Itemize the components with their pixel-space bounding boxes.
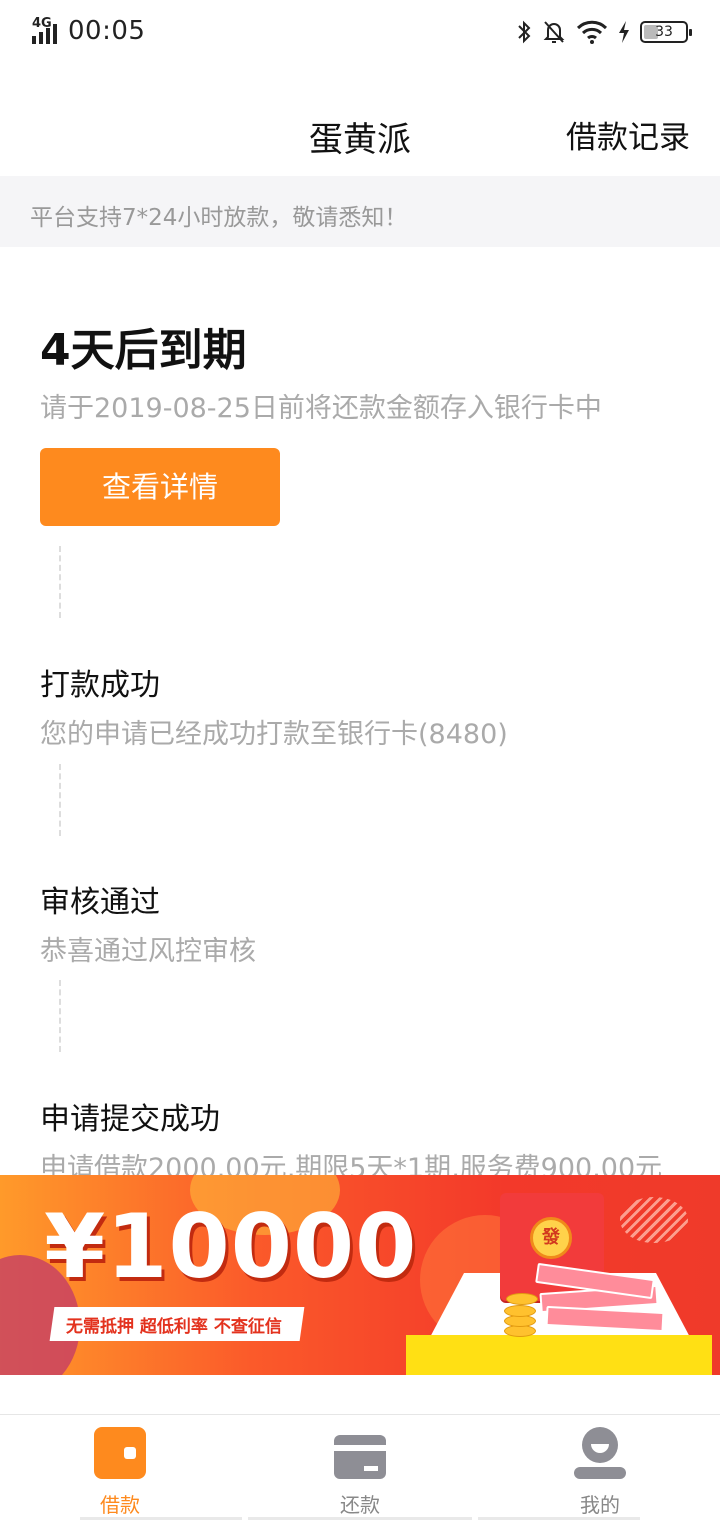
due-subtitle: 请于2019-08-25日前将还款金额存入银行卡中 [40,393,602,424]
battery-level: 33 [655,24,673,40]
nav-label: 借款 [100,1493,140,1517]
notice-text: 平台支持7*24小时放款，敬请悉知！ [30,205,408,231]
timeline-step-title: 打款成功 [40,668,160,703]
timeline-step-title: 审核通过 [40,885,160,920]
wifi-icon [576,20,608,44]
bell-off-icon [543,21,565,43]
nav-label: 我的 [580,1493,620,1517]
envelope-seal: 發 [530,1217,572,1259]
nav-tab-mine[interactable]: 我的 [480,1415,720,1520]
timeline-connector [59,764,61,836]
timeline-step-desc: 恭喜通过风控审核 [40,936,256,967]
timeline-connector [59,980,61,1052]
nav-label: 还款 [340,1493,380,1517]
coin-icon [506,1293,538,1305]
status-bar: 4G 00:05 33 [0,0,720,66]
timeline-step-title: 申请提交成功 [40,1102,220,1137]
status-time: 00:05 [68,16,146,46]
bottom-nav: 借款 还款 我的 [0,1414,720,1520]
user-icon [574,1427,626,1479]
loan-records-link[interactable]: 借款记录 [566,112,690,157]
banner-stage-base [406,1335,712,1375]
due-title: 4天后到期 [40,325,247,376]
wallet-icon [94,1427,146,1479]
timeline-connector [59,546,61,618]
swirl-decoration [620,1197,688,1243]
card-icon [334,1435,386,1479]
promo-banner[interactable]: ¥10000 无需抵押 超低利率 不查征信 發 [0,1175,720,1375]
view-details-button[interactable]: 查看详情 [40,448,280,526]
banner-amount: ¥10000 [44,1195,418,1298]
bluetooth-icon [518,20,531,44]
signal-icon: 4G [30,16,62,44]
timeline-step-desc: 您的申请已经成功打款至银行卡(8480) [40,719,508,750]
nav-tab-repay[interactable]: 还款 [240,1415,480,1520]
nav-tab-borrow[interactable]: 借款 [0,1415,240,1520]
title-bar: 蛋黄派 借款记录 [0,66,720,176]
coin-icon [504,1305,536,1317]
charging-icon [619,21,629,43]
banner-tagline: 无需抵押 超低利率 不查征信 [66,1317,282,1337]
battery-icon: 33 [640,21,692,43]
notice-bar: 平台支持7*24小时放款，敬请悉知！ [0,176,720,247]
